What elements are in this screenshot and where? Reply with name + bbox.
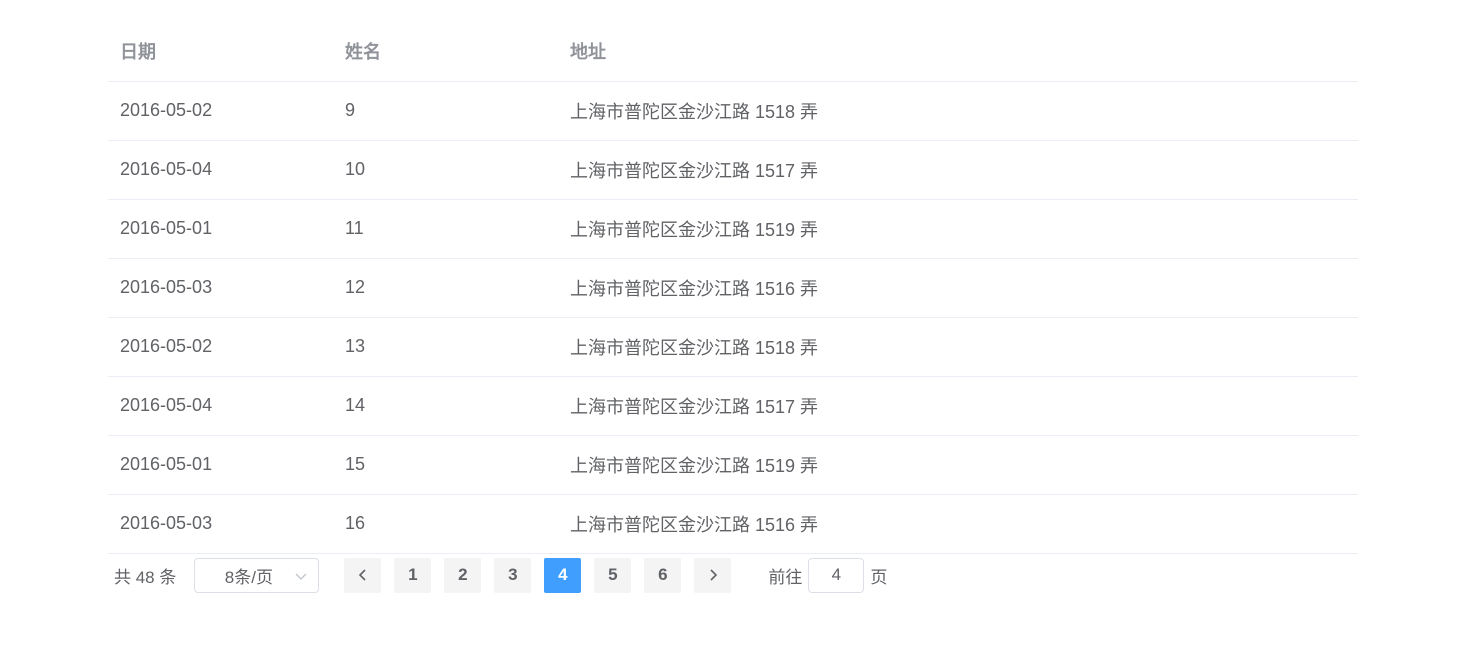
goto-page: 前往 页: [768, 557, 888, 593]
cell-date: 2016-05-04: [108, 376, 333, 436]
cell-address: 上海市普陀区金沙江路 1517 弄: [558, 376, 1358, 436]
column-header-name[interactable]: 姓名: [333, 22, 558, 82]
cell-date: 2016-05-02: [108, 317, 333, 377]
page-button-4-active[interactable]: 4: [544, 557, 582, 593]
cell-address: 上海市普陀区金沙江路 1516 弄: [558, 258, 1358, 318]
prev-page-button[interactable]: [344, 557, 382, 593]
cell-address: 上海市普陀区金沙江路 1519 弄: [558, 199, 1358, 259]
cell-address: 上海市普陀区金沙江路 1518 弄: [558, 81, 1358, 141]
data-table: 日期 姓名 地址 2016-05-02 9 上海市普陀区金沙江路 1518 弄 …: [108, 22, 1358, 554]
cell-name: 13: [333, 317, 558, 377]
cell-name: 14: [333, 376, 558, 436]
goto-page-input[interactable]: [808, 557, 865, 593]
table-row[interactable]: 2016-05-03 12 上海市普陀区金沙江路 1516 弄: [108, 258, 1358, 318]
next-page-button[interactable]: [694, 557, 732, 593]
cell-address: 上海市普陀区金沙江路 1518 弄: [558, 317, 1358, 377]
chevron-down-icon: [295, 573, 307, 580]
cell-address: 上海市普陀区金沙江路 1516 弄: [558, 494, 1358, 554]
page-button-3[interactable]: 3: [494, 557, 532, 593]
cell-date: 2016-05-02: [108, 81, 333, 141]
chevron-right-icon: [710, 569, 717, 581]
cell-name: 15: [333, 435, 558, 495]
goto-suffix-label: 页: [870, 567, 888, 587]
table-row[interactable]: 2016-05-02 13 上海市普陀区金沙江路 1518 弄: [108, 317, 1358, 377]
cell-date: 2016-05-01: [108, 435, 333, 495]
table-row[interactable]: 2016-05-03 16 上海市普陀区金沙江路 1516 弄: [108, 494, 1358, 554]
cell-name: 9: [333, 81, 558, 141]
cell-address: 上海市普陀区金沙江路 1517 弄: [558, 140, 1358, 200]
pagination-total: 共 48 条: [114, 567, 177, 587]
cell-date: 2016-05-01: [108, 199, 333, 259]
table-row[interactable]: 2016-05-01 15 上海市普陀区金沙江路 1519 弄: [108, 435, 1358, 495]
chevron-left-icon: [358, 569, 366, 581]
table-container: 日期 姓名 地址 2016-05-02 9 上海市普陀区金沙江路 1518 弄 …: [108, 22, 1358, 554]
page-button-5[interactable]: 5: [594, 557, 632, 593]
cell-name: 11: [333, 199, 558, 259]
table-row[interactable]: 2016-05-04 10 上海市普陀区金沙江路 1517 弄: [108, 140, 1358, 200]
page-size-select[interactable]: 8条/页: [194, 557, 320, 593]
page-button-6[interactable]: 6: [644, 557, 682, 593]
page-button-2[interactable]: 2: [444, 557, 482, 593]
page-button-1[interactable]: 1: [394, 557, 432, 593]
cell-date: 2016-05-04: [108, 140, 333, 200]
cell-name: 10: [333, 140, 558, 200]
pagination: 共 48 条 8条/页 1 2 3 4 5 6 前往 页: [108, 557, 887, 593]
column-header-address[interactable]: 地址: [558, 22, 1358, 82]
table-row[interactable]: 2016-05-02 9 上海市普陀区金沙江路 1518 弄: [108, 81, 1358, 141]
cell-date: 2016-05-03: [108, 494, 333, 554]
page-size-value: 8条/页: [224, 567, 273, 587]
cell-name: 16: [333, 494, 558, 554]
cell-name: 12: [333, 258, 558, 318]
table-row[interactable]: 2016-05-04 14 上海市普陀区金沙江路 1517 弄: [108, 376, 1358, 436]
table-row[interactable]: 2016-05-01 11 上海市普陀区金沙江路 1519 弄: [108, 199, 1358, 259]
cell-address: 上海市普陀区金沙江路 1519 弄: [558, 435, 1358, 495]
table-header-row: 日期 姓名 地址: [108, 22, 1358, 82]
cell-date: 2016-05-03: [108, 258, 333, 318]
goto-prefix-label: 前往: [768, 567, 803, 587]
column-header-date[interactable]: 日期: [108, 22, 333, 82]
